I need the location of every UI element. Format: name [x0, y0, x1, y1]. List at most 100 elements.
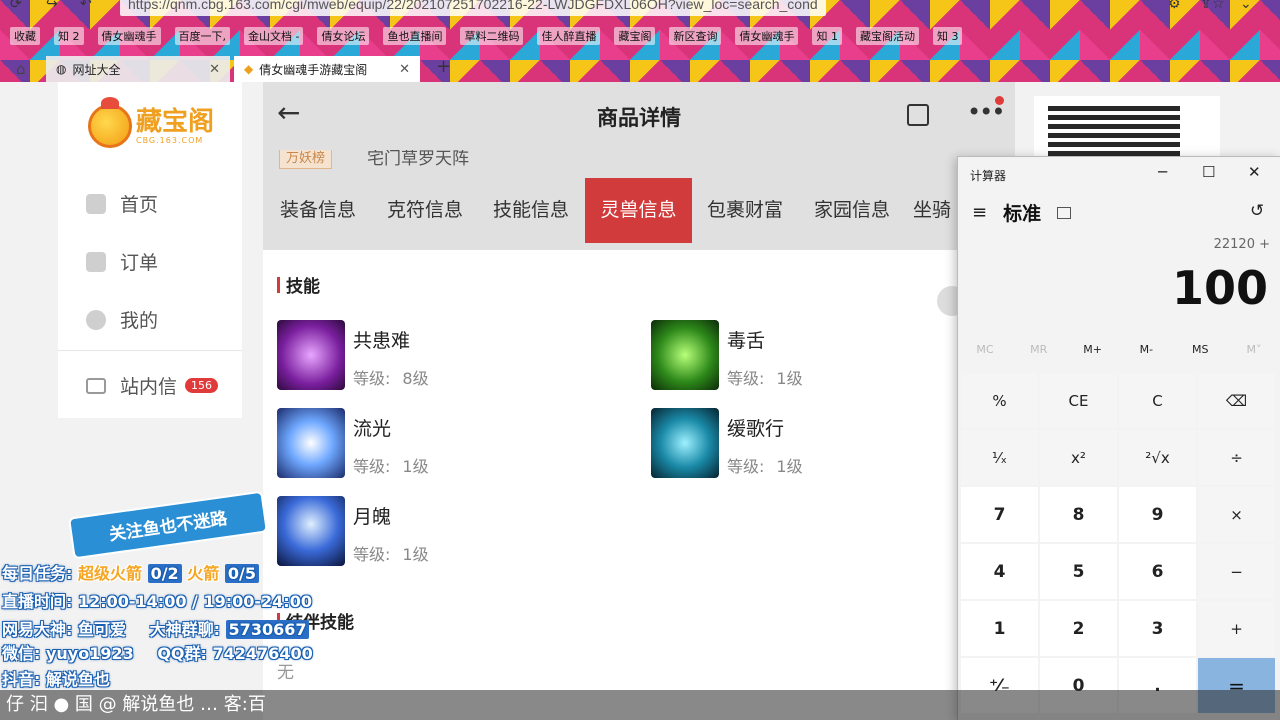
bookmark-item[interactable]: 知 3 — [932, 27, 963, 45]
calc-expression: 22120 + — [1213, 237, 1270, 252]
mem-mr-button[interactable]: MR — [1012, 343, 1066, 356]
mode-name: 标准 — [1003, 203, 1042, 225]
digit-4-button[interactable]: 4 — [961, 544, 1038, 599]
multiply-button[interactable]: × — [1198, 487, 1275, 542]
tab-skills[interactable]: 技能信息 — [483, 178, 579, 243]
clear-button[interactable]: C — [1119, 373, 1196, 428]
sidebar-item-home[interactable]: 首页 — [86, 190, 158, 217]
daily-task-line: 每日任务: 超级火箭 0/2 火箭 0/5 — [2, 560, 259, 584]
douyin-line: 抖音: 解说鱼也 — [2, 670, 110, 689]
cbg-favicon-icon: ◆ — [244, 62, 254, 76]
minimize-icon[interactable]: ─ — [1158, 163, 1167, 181]
clear-entry-button[interactable]: CE — [1040, 373, 1117, 428]
keep-on-top-icon[interactable] — [1057, 206, 1072, 219]
digit-3-button[interactable]: 3 — [1119, 601, 1196, 656]
peek-row: 万妖榜 宅门草罗天阵 — [263, 150, 1015, 178]
close-icon[interactable]: ✕ — [209, 62, 220, 77]
skill-level: 等级: 1级 — [727, 457, 803, 476]
bookmark-item[interactable]: 倩女幽魂手 — [97, 27, 161, 45]
live-time-line: 直播时间: 12:00-14:00 / 19:00-24:00 — [2, 592, 312, 611]
bookmark-item[interactable]: 知 2 — [54, 27, 84, 45]
tab-url-directory[interactable]: ◍ 网址大全 ✕ — [46, 56, 230, 82]
bookmark-item[interactable]: 收藏 — [10, 27, 40, 45]
new-tab-button[interactable]: + — [436, 56, 451, 77]
reciprocal-button[interactable]: ¹⁄ₓ — [961, 430, 1038, 485]
sqrt-button[interactable]: ²√x — [1119, 430, 1196, 485]
star-icon[interactable]: ☆ — [1212, 0, 1225, 12]
tab-pets[interactable]: 灵兽信息 — [585, 178, 692, 243]
digit-6-button[interactable]: 6 — [1119, 544, 1196, 599]
digit-8-button[interactable]: 8 — [1040, 487, 1117, 542]
skill-name: 共患难 — [353, 330, 411, 352]
tab-cbg[interactable]: ◆ 倩女幽魂手游藏宝阁 ✕ — [234, 56, 420, 82]
extension-icon[interactable]: ⚙ — [1168, 0, 1181, 12]
add-button[interactable]: + — [1198, 601, 1275, 656]
subtract-button[interactable]: − — [1198, 544, 1275, 599]
bookmark-item[interactable]: 倩女幽魂手 — [735, 27, 799, 45]
backspace-button[interactable]: ⌫ — [1198, 373, 1275, 428]
skill-level: 等级: 1级 — [353, 457, 429, 476]
section-title-skills: 技能 — [277, 272, 320, 297]
peek-text: 宅门草罗天阵 — [367, 150, 469, 169]
history-icon[interactable]: ↺ — [1250, 201, 1264, 221]
bookmark-item[interactable]: 知 1 — [812, 27, 842, 45]
tab-inventory[interactable]: 包裹财富 — [699, 178, 791, 243]
bookmark-item[interactable]: 鱼也直播间 — [383, 27, 447, 45]
netease-line: 网易大神: 鱼可爱 大神群聊: 5730667 — [2, 616, 310, 640]
tab-runes[interactable]: 克符信息 — [377, 178, 473, 243]
sidebar-item-mine[interactable]: 我的 — [86, 306, 158, 333]
qr-code-image — [1048, 104, 1180, 156]
mem-mc-button[interactable]: MC — [958, 343, 1012, 356]
bookmarks-bar: 收藏 知 2 倩女幽魂手 百度一下, 金山文档 - 倩女论坛 鱼也直播间 草料二… — [0, 24, 1280, 48]
refresh-icon[interactable]: ⟳ — [10, 0, 22, 12]
bookmark-item[interactable]: 草料二维码 — [460, 27, 524, 45]
calculator-mode: ≡ 标准 — [972, 199, 1072, 226]
bookmark-item[interactable]: 藏宝阁活动 — [855, 27, 919, 45]
mail-icon — [86, 377, 106, 394]
sidebar-item-messages[interactable]: 站内信 156 — [86, 372, 219, 399]
bookmark-item[interactable]: 新区查询 — [669, 27, 722, 45]
divide-button[interactable]: ÷ — [1198, 430, 1275, 485]
tab-home[interactable]: 家园信息 — [805, 178, 899, 243]
bookmark-item[interactable]: 藏宝阁 — [614, 27, 656, 45]
sidebar-item-label: 站内信 — [120, 376, 178, 398]
bookmark-item[interactable]: 倩女论坛 — [317, 27, 370, 45]
sidebar-item-orders[interactable]: 订单 — [86, 248, 158, 275]
home-icon[interactable]: ⌂ — [16, 60, 26, 78]
bookmark-item[interactable]: 佳人醉直播 — [537, 27, 601, 45]
mem-list-button[interactable]: M˅ — [1227, 343, 1280, 356]
close-icon[interactable]: ✕ — [1248, 163, 1261, 181]
logo-icon — [88, 97, 132, 148]
tab-label: 网址大全 — [72, 62, 121, 77]
square-button[interactable]: x² — [1040, 430, 1117, 485]
skill-card[interactable]: 流光 等级: 1级 — [277, 408, 429, 478]
bookmark-item[interactable]: 百度一下, — [174, 27, 230, 45]
close-icon[interactable]: ✕ — [399, 62, 410, 77]
mem-mminus-button[interactable]: M- — [1119, 343, 1173, 356]
skill-card[interactable]: 缓歌行 等级: 1级 — [651, 408, 803, 478]
maximize-icon[interactable]: ☐ — [1202, 163, 1215, 181]
undo-icon[interactable]: ↶ — [80, 0, 92, 12]
percent-button[interactable]: % — [961, 373, 1038, 428]
address-bar[interactable]: ⟳ ↪ ↶ https://qnm.cbg.163.com/cgi/mweb/e… — [0, 0, 1280, 20]
mem-ms-button[interactable]: MS — [1173, 343, 1227, 356]
tab-equipment[interactable]: 装备信息 — [271, 178, 365, 243]
share-icon[interactable] — [907, 104, 929, 126]
url-text[interactable]: https://qnm.cbg.163.com/cgi/mweb/equip/2… — [120, 0, 826, 16]
digit-2-button[interactable]: 2 — [1040, 601, 1117, 656]
bookmark-item[interactable]: 金山文档 - — [244, 27, 304, 45]
digit-9-button[interactable]: 9 — [1119, 487, 1196, 542]
forward-icon[interactable]: ↪ — [46, 0, 58, 12]
digit-5-button[interactable]: 5 — [1040, 544, 1117, 599]
sidebar-item-label: 首页 — [120, 194, 159, 216]
mem-mplus-button[interactable]: M+ — [1066, 343, 1120, 356]
share-icon[interactable]: ⇪ — [1200, 0, 1212, 12]
chevron-down-icon[interactable]: ⌄ — [1240, 0, 1252, 12]
menu-icon[interactable]: ≡ — [972, 202, 987, 223]
skill-card[interactable]: 共患难 等级: 8级 — [277, 320, 429, 390]
digit-7-button[interactable]: 7 — [961, 487, 1038, 542]
digit-1-button[interactable]: 1 — [961, 601, 1038, 656]
cbg-logo[interactable]: 藏宝阁 CBG.163.COM — [88, 97, 214, 148]
skill-card[interactable]: 毒舌 等级: 1级 — [651, 320, 803, 390]
globe-icon: ◍ — [56, 62, 67, 76]
